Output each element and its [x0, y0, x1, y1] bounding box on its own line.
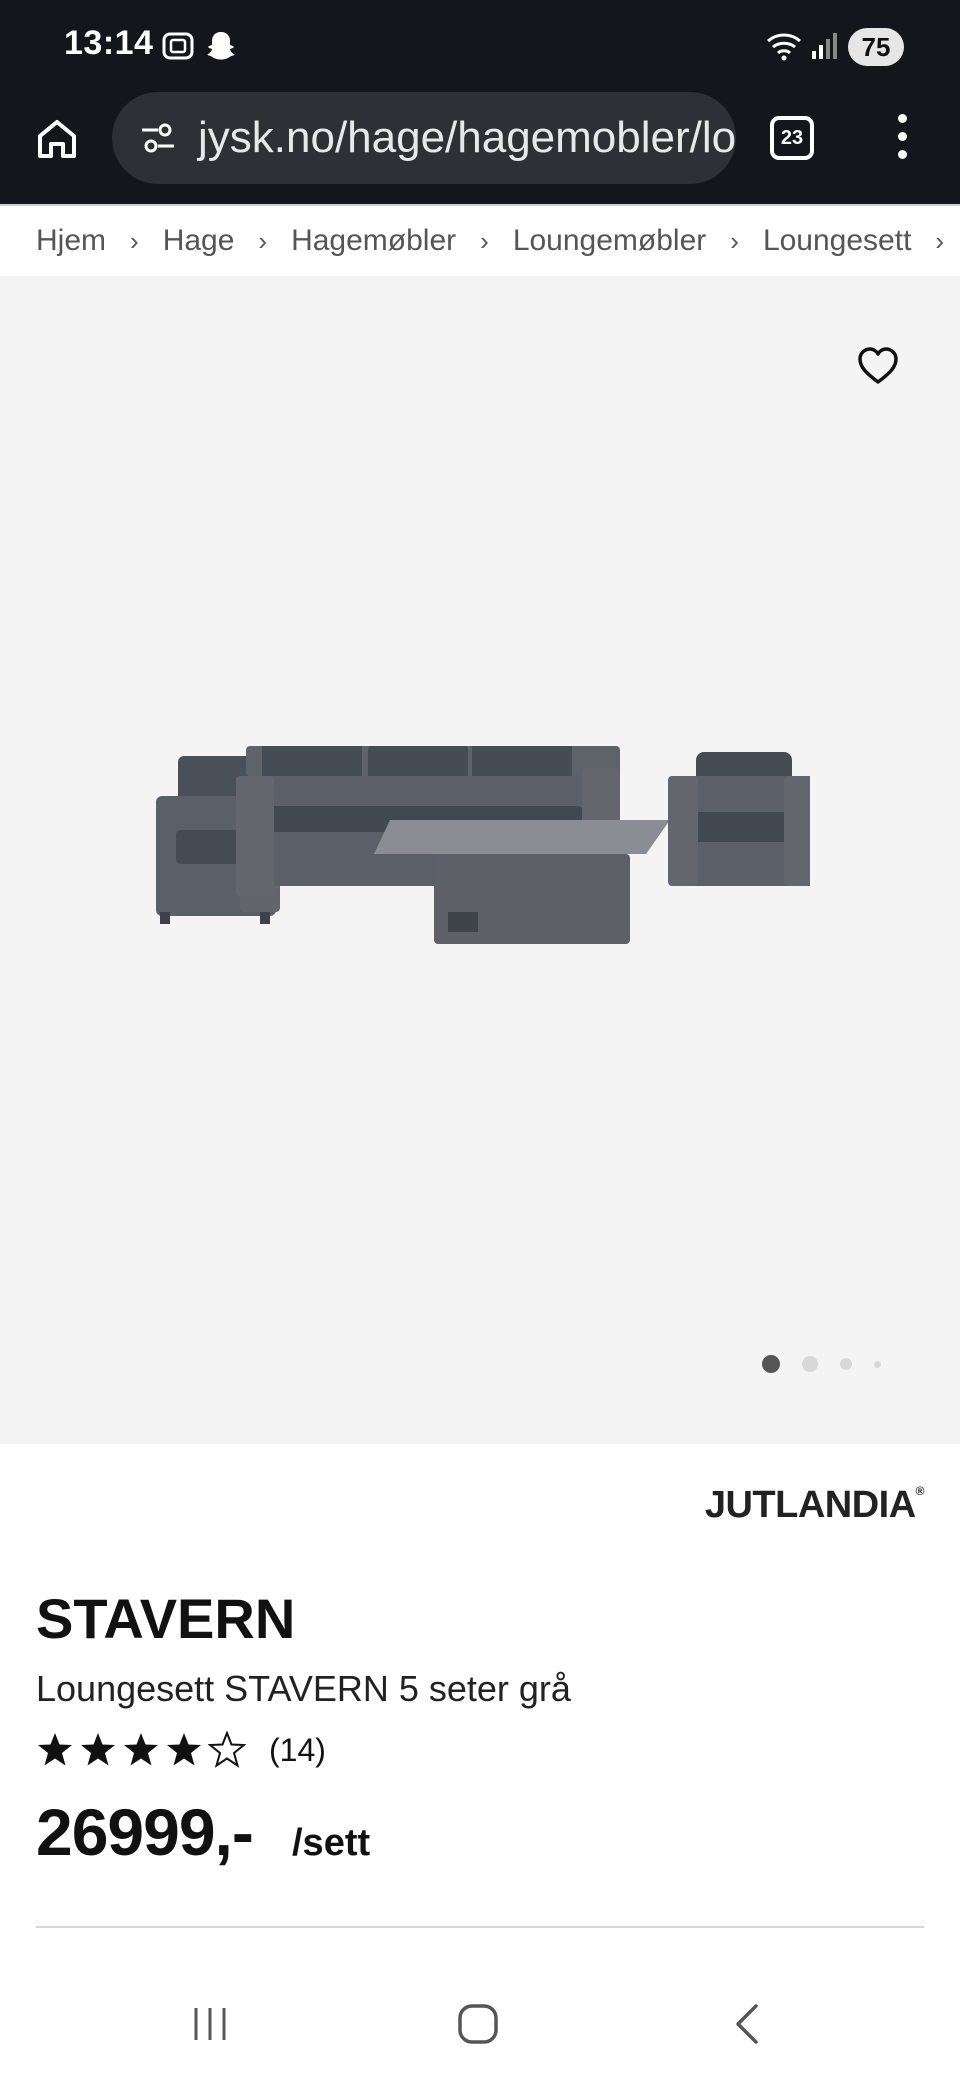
breadcrumb-loungesett[interactable]: Loungesett: [763, 224, 911, 258]
breadcrumb-loungemobler[interactable]: Loungemøbler: [513, 224, 706, 258]
tabs-icon[interactable]: 23: [770, 116, 814, 160]
chevron-right-icon: ›: [480, 225, 489, 256]
chevron-right-icon: ›: [935, 225, 945, 256]
snapchat-icon: [204, 28, 238, 64]
divider: [36, 1926, 924, 1928]
screenshot-icon: [160, 28, 196, 64]
status-time: 13:14: [64, 24, 154, 62]
breadcrumb: Hjem › Hage › Hagemøbler › Loungemøbler …: [0, 204, 960, 276]
signal-icon: [810, 28, 838, 64]
product-price: 26999,-: [36, 1795, 254, 1869]
gallery-dot[interactable]: [802, 1356, 818, 1372]
gallery-pagination: [762, 1354, 903, 1374]
breadcrumb-hagemobler[interactable]: Hagemøbler: [291, 224, 456, 258]
url-text[interactable]: jysk.no/hage/hagemobler/loungemobler: [198, 113, 736, 163]
product-title: STAVERN: [36, 1587, 296, 1650]
product-subtitle: Loungesett STAVERN 5 seter grå: [36, 1668, 571, 1709]
product-image[interactable]: [150, 746, 810, 956]
heart-icon[interactable]: [856, 346, 900, 386]
browser-toolbar: jysk.no/hage/hagemobler/loungemobler 23: [0, 92, 960, 204]
gallery-dot[interactable]: [762, 1355, 780, 1373]
price-unit: /sett: [292, 1822, 371, 1864]
back-icon[interactable]: [722, 1998, 774, 2050]
status-bar: 13:14 75: [0, 0, 960, 92]
star-filled-icon: [38, 1733, 72, 1766]
chevron-right-icon: ›: [730, 225, 739, 256]
system-navigation-bar: [0, 1960, 960, 2080]
wifi-icon: [764, 28, 804, 64]
home-nav-icon[interactable]: [452, 1998, 504, 2050]
product-gallery[interactable]: [0, 276, 960, 1444]
recent-apps-icon[interactable]: [184, 1998, 236, 2050]
address-bar[interactable]: jysk.no/hage/hagemobler/loungemobler: [112, 92, 736, 184]
star-empty-icon: [208, 1731, 246, 1768]
star-filled-icon: [81, 1733, 115, 1766]
more-icon[interactable]: [892, 114, 912, 164]
breadcrumb-hjem[interactable]: Hjem: [36, 224, 106, 258]
chevron-right-icon: ›: [130, 225, 139, 256]
star-filled-icon: [167, 1733, 201, 1766]
star-filled-icon: [124, 1733, 158, 1766]
breadcrumb-hage[interactable]: Hage: [163, 224, 235, 258]
product-rating[interactable]: (14): [36, 1728, 326, 1772]
review-count[interactable]: (14): [269, 1732, 326, 1769]
home-icon[interactable]: [32, 114, 82, 164]
brand-logo: JUTLANDIA®: [704, 1484, 925, 1526]
battery-indicator: 75: [848, 28, 904, 66]
chevron-right-icon: ›: [258, 225, 268, 256]
gallery-dot[interactable]: [840, 1358, 852, 1370]
armchair-right: [668, 752, 810, 886]
gallery-dot[interactable]: [874, 1360, 881, 1368]
site-settings-icon[interactable]: [138, 118, 178, 158]
